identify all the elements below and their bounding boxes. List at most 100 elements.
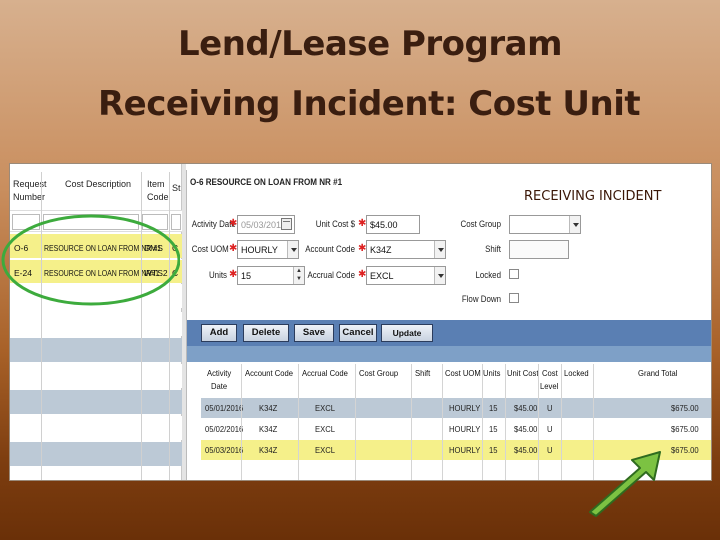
- cell-uom: HOURLY: [449, 424, 481, 434]
- request-list-header: Request Number Cost Description Item Cod…: [10, 172, 182, 210]
- detail-panel: O-6 RESOURCE ON LOAN FROM NR #1 RECEIVIN…: [186, 170, 711, 480]
- accrual-code-value: EXCL: [370, 271, 394, 281]
- slide-title: Lend/Lease Program: [177, 24, 563, 64]
- unit-cost-label: Unit Cost $: [315, 219, 355, 229]
- grid-divider: [355, 364, 356, 480]
- cell-account: K34Z: [259, 403, 278, 413]
- cell-uom: HOURLY: [449, 403, 481, 413]
- account-code-value: K34Z: [370, 245, 392, 255]
- detail-header: O-6 RESOURCE ON LOAN FROM NR #1: [190, 177, 343, 188]
- stepper-arrows-icon[interactable]: ▲ ▼: [293, 267, 304, 284]
- add-button[interactable]: Add: [201, 324, 237, 342]
- cell-accrual: EXCL: [315, 445, 335, 455]
- accrual-code-label: Accrual Code: [307, 270, 355, 280]
- cancel-button[interactable]: Cancel: [339, 324, 377, 342]
- grid-divider: [411, 364, 412, 480]
- grid-header-date: Date: [211, 381, 228, 391]
- cell-level: U: [547, 424, 553, 434]
- flow-down-checkbox[interactable]: [509, 293, 519, 303]
- cost-uom-select[interactable]: HOURLY: [237, 240, 299, 259]
- cost-group-label: Cost Group: [460, 219, 501, 229]
- cost-uom-value: HOURLY: [241, 245, 278, 255]
- shift-label: Shift: [485, 244, 501, 254]
- unit-cost-field[interactable]: $45.00: [366, 215, 420, 234]
- activity-date-field[interactable]: 05/03/2016: [237, 215, 295, 234]
- header-cost-description: Cost Description: [65, 179, 132, 189]
- list-row-bg: [10, 338, 182, 362]
- table-row[interactable]: 05/01/2016 K34Z EXCL HOURLY 15 $45.00 U …: [201, 398, 711, 418]
- header-code: Code: [147, 192, 169, 202]
- shift-field[interactable]: [509, 240, 569, 259]
- cell-units: 15: [489, 424, 498, 434]
- accrual-code-select[interactable]: EXCL: [366, 266, 446, 285]
- units-label: Units: [208, 270, 227, 280]
- grid-divider: [505, 364, 506, 480]
- save-button[interactable]: Save: [294, 324, 334, 342]
- locked-checkbox[interactable]: [509, 269, 519, 279]
- chevron-down-icon[interactable]: [434, 267, 445, 284]
- grid-header-level: Level: [540, 381, 559, 391]
- chevron-down-icon[interactable]: [287, 241, 298, 258]
- grid-divider: [561, 364, 562, 480]
- units-stepper[interactable]: 15 ▲ ▼: [237, 266, 305, 285]
- action-toolbar: Add Delete Save Cancel Update Rates: [187, 320, 711, 354]
- grid-header-units: Units: [483, 368, 501, 378]
- cell-unit-cost: $45.00: [514, 403, 538, 413]
- unit-cost-value: $45.00: [370, 220, 398, 230]
- cell-total: $675.00: [671, 424, 699, 434]
- list-row-bg: [10, 364, 182, 388]
- table-row[interactable]: 05/02/2016 K34Z EXCL HOURLY 15 $45.00 U …: [201, 419, 711, 439]
- cell-level: U: [547, 445, 553, 455]
- locked-label: Locked: [475, 270, 501, 280]
- grid-header-shift: Shift: [415, 368, 431, 378]
- cell-account: K34Z: [259, 445, 278, 455]
- grid-divider: [442, 364, 443, 480]
- grid-header-grand-total: Grand Total: [638, 368, 678, 378]
- cell-uom: HOURLY: [449, 445, 481, 455]
- header-st: St: [172, 183, 181, 193]
- delete-button[interactable]: Delete: [243, 324, 289, 342]
- chevron-down-icon[interactable]: [569, 216, 580, 233]
- cell-date: 05/03/2016: [205, 445, 244, 455]
- activity-date-value: 05/03/2016: [241, 220, 287, 230]
- list-row-bg: [10, 416, 182, 440]
- flow-down-label: Flow Down: [461, 294, 501, 304]
- activity-date-label: Activity Date: [191, 219, 236, 229]
- grid-header-activity: Activity: [207, 368, 232, 378]
- list-row-bg: [10, 312, 182, 336]
- list-row-bg: [10, 390, 182, 414]
- cell-level: U: [547, 403, 553, 413]
- cell-unit-cost: $45.00: [514, 445, 538, 455]
- update-rates-button[interactable]: Update Rates: [381, 324, 433, 354]
- grid-header-unit-cost: Unit Cost: [507, 368, 539, 378]
- cost-group-select[interactable]: [509, 215, 581, 234]
- cell-accrual: EXCL: [315, 403, 335, 413]
- receiving-incident-label: RECEIVING INCIDENT: [524, 189, 662, 204]
- header-item: Item: [147, 179, 165, 189]
- calendar-icon[interactable]: [281, 218, 292, 230]
- account-code-label: Account Code: [305, 244, 355, 254]
- account-code-select[interactable]: K34Z: [366, 240, 446, 259]
- cost-uom-label: Cost UOM: [191, 244, 229, 254]
- cell-units: 15: [489, 403, 498, 413]
- grid-header-account-code: Account Code: [245, 368, 294, 378]
- list-row-bg: [10, 442, 182, 466]
- cell-units: 15: [489, 445, 498, 455]
- cell-date: 05/02/2016: [205, 424, 244, 434]
- grid-divider: [538, 364, 539, 480]
- cell-total: $675.00: [671, 403, 699, 413]
- annotation-arrow-icon: [589, 451, 661, 517]
- slide-subtitle: Receiving Incident: Cost Unit: [98, 84, 641, 124]
- cell-date: 05/01/2016: [205, 403, 244, 413]
- cell-unit-cost: $45.00: [514, 424, 538, 434]
- grid-header-locked: Locked: [564, 368, 589, 378]
- chevron-down-icon[interactable]: [434, 241, 445, 258]
- cell-account: K34Z: [259, 424, 278, 434]
- grid-divider: [298, 364, 299, 480]
- grid-header-cost-group: Cost Group: [359, 368, 399, 378]
- grid-divider: [482, 364, 483, 480]
- cell-accrual: EXCL: [315, 424, 335, 434]
- units-value: 15: [241, 271, 252, 281]
- annotation-ellipse: [1, 214, 180, 306]
- grid-header-cost-uom: Cost UOM: [445, 368, 481, 378]
